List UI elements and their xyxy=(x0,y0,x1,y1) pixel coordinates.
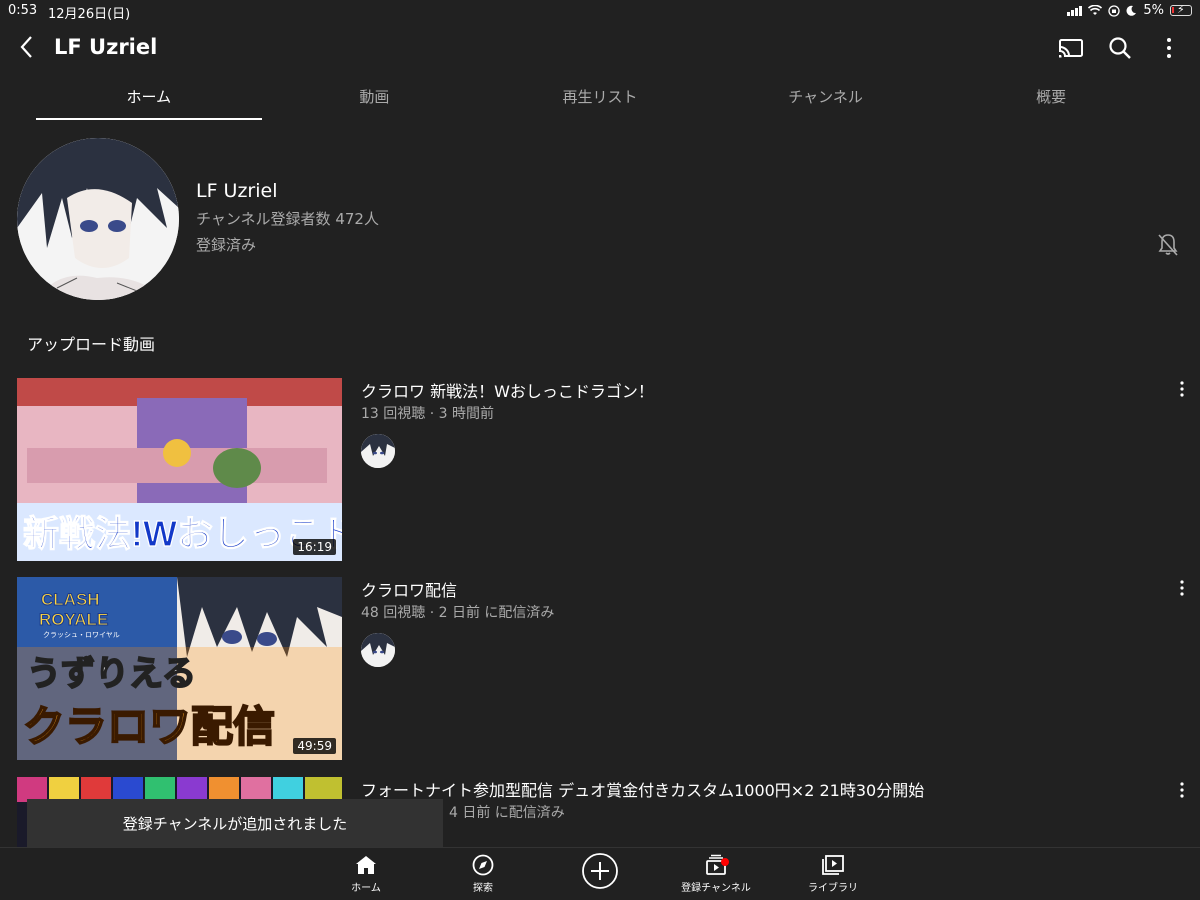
video-title[interactable]: クラロワ配信 xyxy=(361,577,457,601)
back-icon[interactable] xyxy=(14,33,42,61)
subscribed-button[interactable]: 登録済み xyxy=(196,234,256,255)
more-vert-icon[interactable] xyxy=(1172,779,1192,801)
video-duration: 49:59 xyxy=(293,738,336,754)
battery-icon: ⚡ xyxy=(1170,3,1192,16)
cast-icon[interactable] xyxy=(1057,34,1085,62)
more-vert-icon[interactable] xyxy=(1155,34,1183,62)
nav-subscriptions[interactable]: 登録チャンネル xyxy=(666,854,766,894)
video-channel-avatar[interactable] xyxy=(361,434,395,468)
notifications-off-icon[interactable] xyxy=(1155,231,1181,257)
toast-message: 登録チャンネルが追加されました xyxy=(122,814,348,833)
thumbnail-caption: クラロワ配信 xyxy=(23,702,275,751)
video-item: 新戦法!Wおしっこドラゴン 16:19 クラロワ 新戦法！Wおしっこドラゴン！ … xyxy=(0,378,1200,564)
moon-icon xyxy=(1126,5,1137,16)
app-header: LF Uzriel xyxy=(0,22,1200,74)
nav-library[interactable]: ライブラリ xyxy=(783,854,883,894)
video-thumbnail[interactable]: 新戦法!Wおしっこドラゴン 16:19 xyxy=(17,378,342,561)
tab-channels[interactable]: チャンネル xyxy=(713,74,939,122)
battery-percentage: 5% xyxy=(1143,3,1164,18)
nav-label: 登録チャンネル xyxy=(681,883,751,894)
home-icon xyxy=(356,856,376,874)
video-title[interactable]: クラロワ 新戦法！Wおしっこドラゴン！ xyxy=(361,378,654,402)
thumbnail-logo-subtext: クラッシュ・ロワイヤル xyxy=(43,631,120,639)
orientation-lock-icon xyxy=(1108,4,1121,17)
nav-explore[interactable]: 探索 xyxy=(433,854,533,894)
wifi-icon xyxy=(1088,5,1103,15)
explore-icon xyxy=(472,854,494,876)
bottom-navigation: ホーム 探索 登録チャンネル ライブラリ xyxy=(0,847,1200,900)
more-vert-icon[interactable] xyxy=(1172,378,1192,400)
channel-avatar[interactable] xyxy=(17,138,179,300)
channel-tabs: ホーム 動画 再生リスト チャンネル 概要 xyxy=(0,74,1200,122)
search-icon[interactable] xyxy=(1106,34,1134,62)
nav-label: ホーム xyxy=(351,883,381,894)
more-vert-icon[interactable] xyxy=(1172,577,1192,599)
create-icon xyxy=(582,853,618,889)
tab-home[interactable]: ホーム xyxy=(36,74,262,122)
channel-name: LF Uzriel xyxy=(196,180,278,202)
cellular-signal-icon xyxy=(1067,5,1083,16)
nav-label: ライブラリ xyxy=(808,883,858,894)
video-duration: 16:19 xyxy=(293,539,336,555)
status-time: 0:53 xyxy=(8,3,38,18)
video-title[interactable]: フォートナイト参加型配信 デュオ賞金付きカスタム1000円×2 21時30分開始 xyxy=(361,777,924,801)
thumbnail-logo-text: CLASH xyxy=(41,590,100,609)
thumbnail-caption: うずりえる xyxy=(27,654,196,694)
subscriber-count: チャンネル登録者数 472人 xyxy=(196,210,379,228)
video-item: CLASH ROYALE クラッシュ・ロワイヤル うずりえる クラロワ配信 49… xyxy=(0,577,1200,763)
video-thumbnail[interactable]: CLASH ROYALE クラッシュ・ロワイヤル うずりえる クラロワ配信 49… xyxy=(17,577,342,760)
uploads-section-title: アップロード動画 xyxy=(27,335,156,354)
notification-dot xyxy=(721,858,729,866)
video-meta: 4 日前 に配信済み xyxy=(449,805,565,821)
thumbnail-logo-text: ROYALE xyxy=(39,610,108,629)
snackbar-toast: 登録チャンネルが追加されました xyxy=(27,799,443,847)
nav-home[interactable]: ホーム xyxy=(316,854,416,894)
library-icon xyxy=(822,855,844,875)
channel-title: LF Uzriel xyxy=(54,35,158,59)
nav-create[interactable] xyxy=(550,852,650,890)
nav-label: 探索 xyxy=(473,883,493,894)
status-date: 12月26日(日) xyxy=(48,7,131,22)
video-meta: 48 回視聴 · 2 日前 に配信済み xyxy=(361,605,555,621)
tab-videos[interactable]: 動画 xyxy=(262,74,488,122)
video-meta: 13 回視聴 · 3 時間前 xyxy=(361,406,494,422)
status-bar: 0:53 12月26日(日) 5% ⚡ xyxy=(0,0,1200,22)
tab-playlists[interactable]: 再生リスト xyxy=(487,74,713,122)
status-indicators: 5% ⚡ xyxy=(1067,3,1192,18)
video-channel-avatar[interactable] xyxy=(361,633,395,667)
tab-about[interactable]: 概要 xyxy=(938,74,1164,122)
